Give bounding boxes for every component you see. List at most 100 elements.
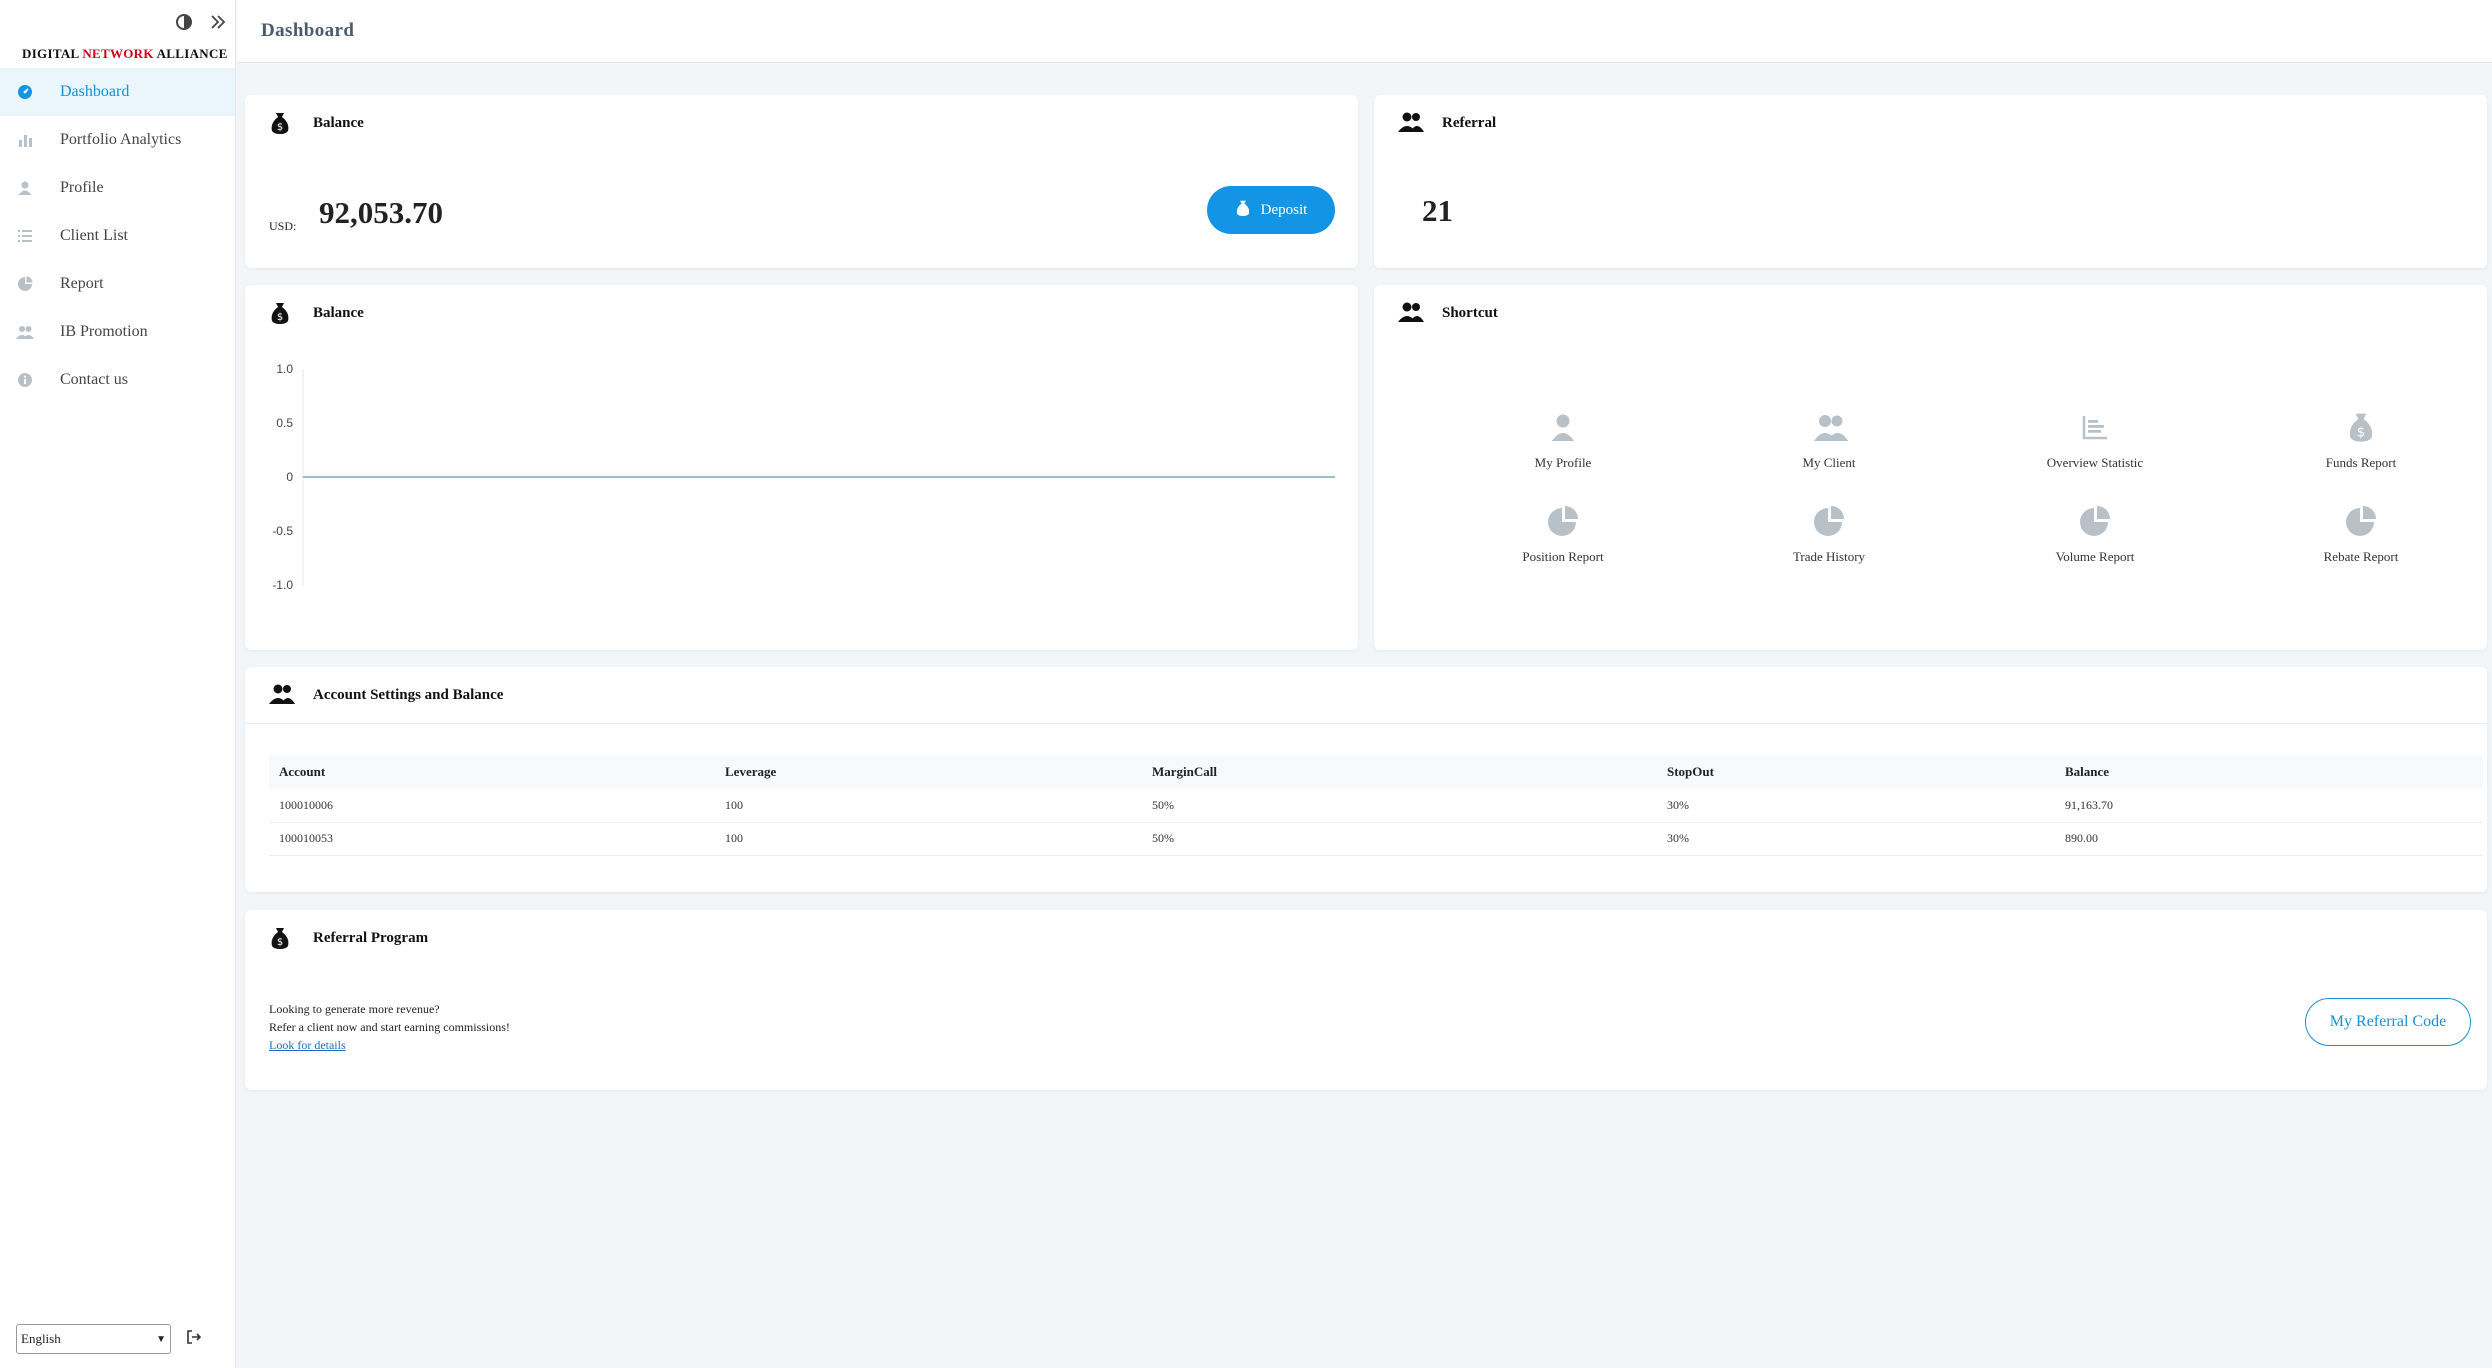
- table-row[interactable]: 100010006 100 50% 30% 91,163.70: [269, 789, 2483, 823]
- users-icon: [269, 683, 295, 707]
- referral-count: 21: [1422, 193, 1453, 228]
- my-referral-code-button[interactable]: My Referral Code: [2305, 998, 2471, 1046]
- table-cell: 30%: [1657, 822, 2055, 856]
- deposit-button[interactable]: Deposit: [1207, 186, 1335, 234]
- users-icon: [16, 323, 34, 341]
- chevron-down-icon: ▼: [156, 1333, 166, 1345]
- card-title: Referral Program: [313, 929, 429, 946]
- card-header: Referral: [1398, 111, 1496, 135]
- card-header: Shortcut: [1398, 301, 1498, 325]
- table-cell: 100010006: [269, 789, 715, 823]
- shortcut-position-report[interactable]: Position Report: [1430, 499, 1696, 593]
- card-title: Referral: [1442, 114, 1497, 131]
- language-select[interactable]: English ▼: [16, 1324, 171, 1354]
- brand-logo: DIGITAL NETWORK ALLIANCE: [22, 46, 228, 61]
- sidebar-footer: English ▼: [16, 1324, 203, 1354]
- users-icon: [1398, 111, 1424, 135]
- top-bar: Dashboard: [237, 0, 2492, 63]
- dashboard-icon: [16, 83, 34, 101]
- column-header: Balance: [2055, 755, 2483, 789]
- list-icon: [16, 227, 34, 245]
- table-cell: 890.00: [2055, 822, 2483, 856]
- y-tick-label: 0.5: [276, 416, 293, 430]
- balance-amount: 92,053.70: [319, 195, 443, 230]
- sidebar-item-label: Portfolio Analytics: [60, 131, 182, 148]
- promo-line: Refer a client now and start earning com…: [269, 1020, 510, 1034]
- money-bag-icon: [1235, 199, 1251, 222]
- account-settings-card: Account Settings and Balance Account Lev…: [245, 667, 2487, 892]
- y-tick-label: 0: [286, 470, 293, 484]
- deposit-button-label: Deposit: [1260, 201, 1308, 218]
- sidebar-item-label: Client List: [60, 227, 128, 244]
- money-bag-icon: $: [269, 926, 293, 950]
- table-cell: 100: [715, 789, 1142, 823]
- table-cell: 100010053: [269, 822, 715, 856]
- sidebar-item-ib-promotion[interactable]: IB Promotion: [0, 308, 235, 356]
- sidebar-item-label: Report: [60, 275, 104, 292]
- pie-chart-icon: [2345, 505, 2377, 537]
- table-cell: 50%: [1142, 789, 1657, 823]
- sidebar-item-label: Profile: [60, 179, 104, 196]
- bar-chart-icon: [2079, 411, 2111, 443]
- referral-card: Referral 21: [1374, 95, 2487, 268]
- sidebar-item-client-list[interactable]: Client List: [0, 212, 235, 260]
- shortcut-rebate-report[interactable]: Rebate Report: [2228, 499, 2492, 593]
- shortcut-volume-report[interactable]: Volume Report: [1962, 499, 2228, 593]
- y-tick-label: -1.0: [272, 578, 293, 592]
- collapse-sidebar-icon[interactable]: [208, 12, 228, 32]
- shortcut-trade-history[interactable]: Trade History: [1696, 499, 1962, 593]
- table-header-row: Account Leverage MarginCall StopOut Bala…: [269, 755, 2483, 789]
- y-tick-label: -0.5: [272, 524, 293, 538]
- column-header: StopOut: [1657, 755, 2055, 789]
- look-for-details-link[interactable]: Look for details: [269, 1036, 510, 1054]
- promo-line: Looking to generate more revenue?: [269, 1002, 440, 1016]
- card-title: Balance: [313, 304, 364, 321]
- sidebar-item-label: IB Promotion: [60, 323, 148, 340]
- shortcut-my-client[interactable]: My Client: [1696, 405, 1962, 499]
- shortcut-funds-report[interactable]: $ Funds Report: [2228, 405, 2492, 499]
- logout-icon[interactable]: [185, 1328, 203, 1351]
- sidebar-item-label: Contact us: [60, 371, 128, 388]
- theme-toggle-icon[interactable]: [174, 12, 194, 32]
- sidebar-item-profile[interactable]: Profile: [0, 164, 235, 212]
- money-bag-icon: $: [269, 111, 293, 135]
- user-icon: [1547, 411, 1579, 443]
- card-header: $ Balance: [269, 301, 364, 325]
- sidebar-nav: Dashboard Portfolio Analytics Profile Cl…: [0, 68, 235, 404]
- card-header: $ Referral Program: [269, 926, 428, 950]
- column-header: Leverage: [715, 755, 1142, 789]
- sidebar-item-dashboard[interactable]: Dashboard: [0, 68, 235, 116]
- referral-program-card: $ Referral Program Looking to generate m…: [245, 910, 2487, 1090]
- svg-text:$: $: [277, 312, 283, 323]
- svg-text:$: $: [277, 937, 283, 948]
- users-icon: [1813, 411, 1848, 443]
- users-icon: [1398, 301, 1424, 325]
- money-bag-icon: $: [269, 301, 293, 325]
- table-cell: 91,163.70: [2055, 789, 2483, 823]
- balance-chart-card: $ Balance 1.0 0.5 0 -0.5 -1.0: [245, 285, 1358, 650]
- page-title: Dashboard: [261, 20, 355, 41]
- sidebar-item-report[interactable]: Report: [0, 260, 235, 308]
- card-title: Account Settings and Balance: [313, 686, 504, 703]
- pie-chart-icon: [2079, 505, 2111, 537]
- user-icon: [16, 179, 34, 197]
- table-row[interactable]: 100010053 100 50% 30% 890.00: [269, 822, 2483, 856]
- currency-label: USD:: [269, 219, 297, 233]
- divider: [245, 723, 2487, 724]
- shortcut-grid: My Profile My Client Overview Statistic …: [1430, 405, 2492, 593]
- table-cell: 50%: [1142, 822, 1657, 856]
- sidebar-toolbar: [174, 12, 228, 32]
- shortcut-my-profile[interactable]: My Profile: [1430, 405, 1696, 499]
- table-cell: 30%: [1657, 789, 2055, 823]
- balance-card: $ Balance USD: 92,053.70 Deposit: [245, 95, 1358, 268]
- table-cell: 100: [715, 822, 1142, 856]
- shortcut-overview-statistic[interactable]: Overview Statistic: [1962, 405, 2228, 499]
- sidebar-item-contact-us[interactable]: Contact us: [0, 356, 235, 404]
- svg-text:$: $: [277, 122, 283, 133]
- sidebar-item-portfolio-analytics[interactable]: Portfolio Analytics: [0, 116, 235, 164]
- promo-text: Looking to generate more revenue? Refer …: [269, 1000, 510, 1054]
- pie-chart-icon: [1813, 505, 1845, 537]
- column-header: MarginCall: [1142, 755, 1657, 789]
- info-icon: [16, 371, 34, 389]
- sidebar: DIGITAL NETWORK ALLIANCE Dashboard Portf…: [0, 0, 236, 1368]
